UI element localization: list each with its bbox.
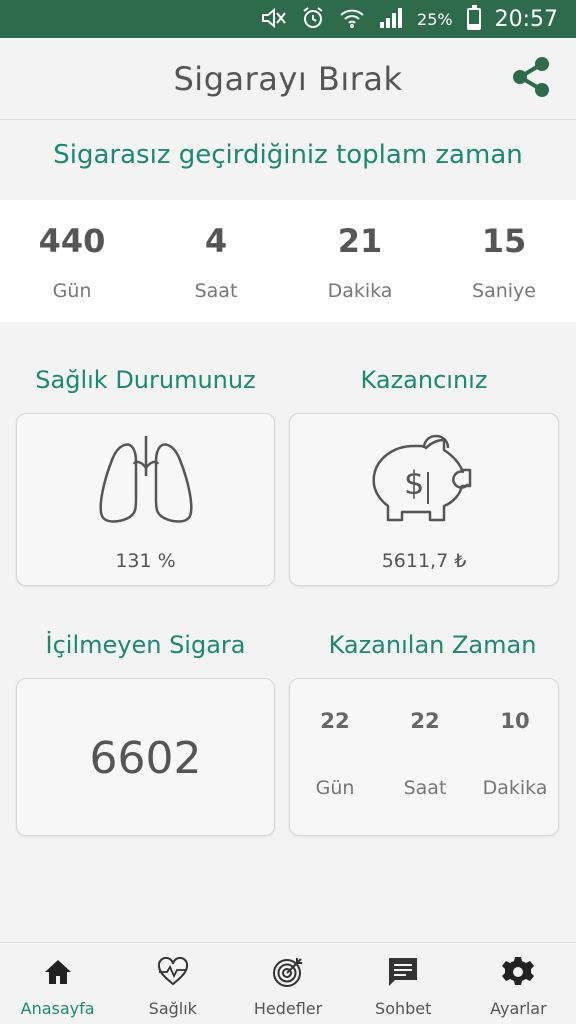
status-bar: 25% 20:57 bbox=[0, 0, 576, 38]
gained-time-card[interactable]: 22 Gün 22 Saat 10 Dakika bbox=[289, 678, 559, 836]
mute-icon bbox=[261, 7, 287, 32]
total-time-title: Sigarasız geçirdiğiniz toplam zaman bbox=[53, 140, 523, 170]
share-icon[interactable] bbox=[508, 54, 554, 100]
gained-value: 10 bbox=[500, 709, 530, 733]
svg-text:$: $ bbox=[404, 464, 424, 502]
timer-days: 440 Gün bbox=[0, 200, 144, 322]
gained-hours: 22 Saat bbox=[380, 709, 470, 799]
nav-label: Sağlık bbox=[148, 999, 197, 1018]
battery-percent: 25% bbox=[417, 9, 453, 29]
health-card[interactable]: 131 % bbox=[16, 413, 275, 586]
timer-seconds: 15 Saniye bbox=[432, 200, 576, 322]
nav-label: Anasayfa bbox=[20, 999, 95, 1018]
timer-hours: 4 Saat bbox=[144, 200, 288, 322]
gained-value: 22 bbox=[320, 709, 350, 733]
cigarettes-value: 6602 bbox=[89, 733, 202, 784]
nav-health[interactable]: Sağlık bbox=[115, 943, 230, 1024]
timer-label: Gün bbox=[52, 280, 92, 302]
cigarettes-card[interactable]: 6602 bbox=[16, 678, 275, 836]
earnings-value: 5611,7 ₺ bbox=[381, 550, 467, 572]
alarm-icon bbox=[301, 6, 325, 33]
nav-label: Ayarlar bbox=[490, 999, 547, 1018]
timer-label: Dakika bbox=[327, 280, 393, 302]
timer-label: Saniye bbox=[472, 280, 536, 302]
target-icon bbox=[271, 955, 305, 993]
timer-value: 21 bbox=[337, 222, 383, 260]
earnings-card[interactable]: $ 5611,7 ₺ bbox=[289, 413, 559, 586]
timer-value: 4 bbox=[204, 222, 228, 260]
nav-home[interactable]: Anasayfa bbox=[0, 943, 115, 1024]
battery-icon bbox=[466, 5, 481, 30]
gained-value: 22 bbox=[410, 709, 440, 733]
gained-days: 22 Gün bbox=[290, 709, 380, 799]
gear-icon bbox=[501, 955, 535, 993]
timer-value: 440 bbox=[38, 222, 106, 260]
earnings-title: Kazancınız bbox=[360, 366, 488, 394]
timer-minutes: 21 Dakika bbox=[288, 200, 432, 322]
lungs-icon bbox=[97, 432, 195, 528]
total-time-counter: 440 Gün 4 Saat 21 Dakika 15 Saniye bbox=[0, 200, 576, 322]
home-icon bbox=[41, 955, 75, 993]
nav-settings[interactable]: Ayarlar bbox=[461, 943, 576, 1024]
signal-icon bbox=[379, 7, 403, 32]
gained-label: Saat bbox=[403, 777, 447, 799]
piggy-bank-icon: $ bbox=[370, 432, 480, 530]
nav-chat[interactable]: Sohbet bbox=[346, 943, 461, 1024]
timer-label: Saat bbox=[194, 280, 238, 302]
gained-label: Gün bbox=[315, 777, 355, 799]
page-title: Sigarayı Bırak bbox=[173, 59, 403, 98]
gained-minutes: 10 Dakika bbox=[470, 709, 560, 799]
chat-icon bbox=[386, 955, 420, 993]
timer-value: 15 bbox=[481, 222, 527, 260]
cigarettes-title: İçilmeyen Sigara bbox=[45, 631, 246, 659]
heart-pulse-icon bbox=[156, 955, 190, 993]
bottom-nav: Anasayfa Sağlık Hedefler Sohbet Ayarlar bbox=[0, 942, 576, 1024]
gained-label: Dakika bbox=[482, 777, 548, 799]
nav-goals[interactable]: Hedefler bbox=[230, 943, 345, 1024]
wifi-icon bbox=[339, 7, 365, 32]
gained-time-title: Kazanılan Zaman bbox=[328, 631, 537, 659]
app-bar: Sigarayı Bırak bbox=[0, 38, 576, 120]
nav-label: Hedefler bbox=[253, 999, 323, 1018]
clock: 20:57 bbox=[494, 6, 558, 32]
health-title: Sağlık Durumunuz bbox=[35, 366, 256, 394]
health-value: 131 % bbox=[115, 550, 176, 572]
nav-label: Sohbet bbox=[375, 999, 432, 1018]
